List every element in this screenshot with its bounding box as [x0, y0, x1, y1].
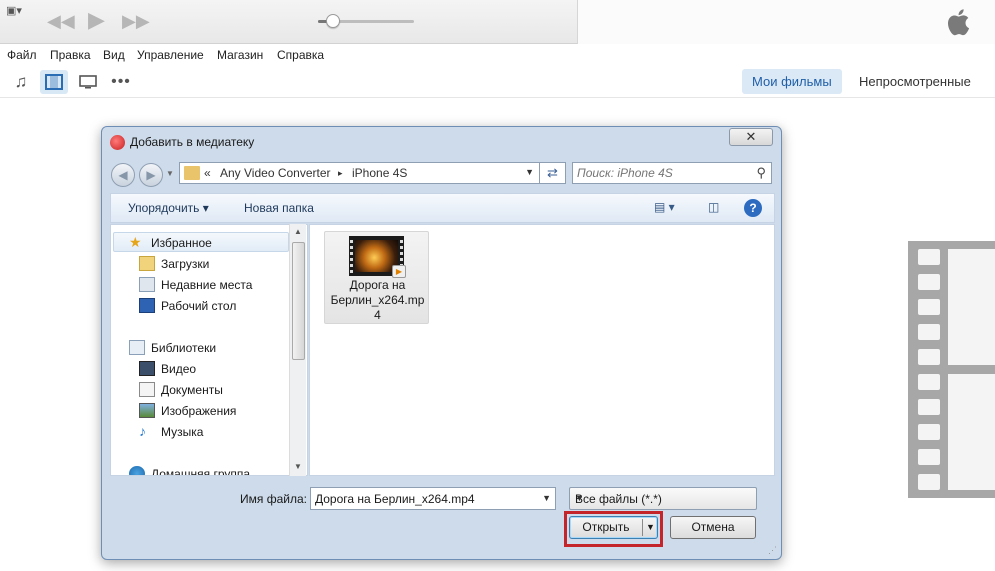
media-bar: ♫ ••• Мои фильмы Непросмотренные — [0, 66, 995, 98]
breadcrumb-separator: ▸ — [338, 168, 343, 178]
dialog-title: Добавить в медиатеку — [130, 135, 255, 149]
music-note-icon: ♪ — [139, 423, 146, 439]
pictures-icon — [139, 403, 155, 418]
more-dots-icon[interactable]: ••• — [107, 70, 135, 94]
filename-input[interactable] — [315, 491, 535, 507]
file-name-label: Дорога на Берлин_x264.mp 4 — [330, 278, 425, 322]
play-icon[interactable]: ▶ — [88, 9, 105, 31]
organize-button[interactable]: Упорядочить ▾ — [128, 201, 209, 215]
preview-pane-icon[interactable]: ◫ — [708, 200, 719, 214]
address-bar[interactable]: « Any Video Converter ▸ iPhone 4S ▼ — [179, 162, 566, 184]
fastforward-icon[interactable]: ▶▶ — [122, 12, 150, 30]
file-list-pane: ▶ Дорога на Берлин_x264.mp 4 — [309, 224, 775, 476]
documents-icon — [139, 382, 155, 397]
menu-view[interactable]: Вид — [103, 48, 125, 62]
command-bar: Упорядочить ▾ Новая папка ▤ ▾ ◫ ? — [110, 193, 775, 223]
file-type-select[interactable]: Все файлы (*.*) ▼ — [569, 487, 757, 510]
itunes-app-icon — [110, 135, 125, 150]
filename-dropdown-icon[interactable]: ▼ — [542, 493, 551, 503]
forward-button[interactable]: ▶ — [139, 163, 163, 187]
menu-bar: Файл Правка Вид Управление Магазин Справ… — [0, 45, 995, 65]
menu-help[interactable]: Справка — [277, 48, 324, 62]
tv-icon[interactable] — [74, 70, 102, 94]
breadcrumb-any-video-converter[interactable]: Any Video Converter — [220, 166, 331, 180]
menu-store[interactable]: Магазин — [217, 48, 263, 62]
breadcrumb-iphone-4s[interactable]: iPhone 4S — [352, 166, 407, 180]
recent-places-icon — [139, 277, 155, 292]
back-button[interactable]: ◀ — [111, 163, 135, 187]
tab-my-movies[interactable]: Мои фильмы — [742, 69, 842, 94]
sidebar-toggle-icon[interactable]: ▣▾ — [6, 4, 32, 18]
filename-label: Имя файла: — [240, 492, 307, 506]
star-icon: ★ — [129, 234, 142, 250]
search-icon[interactable]: ⚲ — [756, 165, 766, 181]
video-file-icon: ▶ — [392, 265, 406, 278]
scroll-thumb[interactable] — [292, 242, 305, 360]
scroll-down-icon[interactable]: ▼ — [294, 462, 302, 471]
folder-icon — [184, 166, 200, 180]
file-item-video[interactable]: ▶ Дорога на Берлин_x264.mp 4 — [324, 231, 429, 324]
desktop-icon — [139, 298, 155, 313]
player-toolbar: ▣▾ ◀◀ ▶ ▶▶ — [0, 0, 995, 44]
tab-unwatched[interactable]: Непросмотренные — [849, 69, 981, 94]
film-icon[interactable] — [40, 70, 68, 94]
music-note-icon[interactable]: ♫ — [7, 70, 35, 94]
menu-controls[interactable]: Управление — [137, 48, 204, 62]
file-type-dropdown-icon[interactable]: ▼ — [575, 493, 752, 503]
cancel-button[interactable]: Отмена — [670, 516, 756, 539]
volume-knob[interactable] — [326, 14, 340, 28]
add-to-library-dialog: Добавить в медиатеку ✕ ◀ ▶ ▼ « Any Video… — [101, 126, 782, 560]
libraries-icon — [129, 340, 145, 355]
help-icon[interactable]: ? — [744, 199, 762, 217]
downloads-folder-icon — [139, 256, 155, 271]
history-dropdown-icon[interactable]: ▼ — [166, 169, 174, 178]
apple-logo — [948, 9, 970, 36]
menu-file[interactable]: Файл — [7, 48, 37, 62]
search-box[interactable]: ⚲ — [572, 162, 772, 184]
rewind-icon[interactable]: ◀◀ — [47, 12, 75, 30]
menu-edit[interactable]: Правка — [50, 48, 91, 62]
nav-scrollbar[interactable]: ▲ ▼ — [289, 224, 306, 476]
scroll-up-icon[interactable]: ▲ — [294, 227, 302, 236]
open-dropdown-icon[interactable]: ▼ — [646, 517, 655, 538]
video-thumbnail: ▶ — [349, 236, 406, 278]
resize-grip-icon[interactable]: ⋰ — [768, 545, 777, 556]
search-input[interactable] — [577, 165, 747, 181]
open-button[interactable]: Открыть ▼ — [569, 516, 658, 539]
new-folder-button[interactable]: Новая папка — [244, 201, 314, 215]
homegroup-icon — [129, 466, 145, 475]
refresh-icon[interactable]: ⇄ — [539, 162, 566, 184]
view-options-icon[interactable]: ▤ ▾ — [654, 200, 675, 214]
video-library-icon — [139, 361, 155, 376]
navigation-pane: ★ Избранное Загрузки Недавние места Рабо… — [110, 224, 308, 476]
film-strip-graphic — [908, 241, 995, 498]
address-prefix: « — [204, 166, 211, 180]
address-dropdown-icon[interactable]: ▼ — [525, 167, 534, 177]
status-display — [577, 0, 995, 44]
filename-field[interactable]: ▼ — [310, 487, 556, 510]
close-button[interactable]: ✕ — [729, 128, 773, 146]
